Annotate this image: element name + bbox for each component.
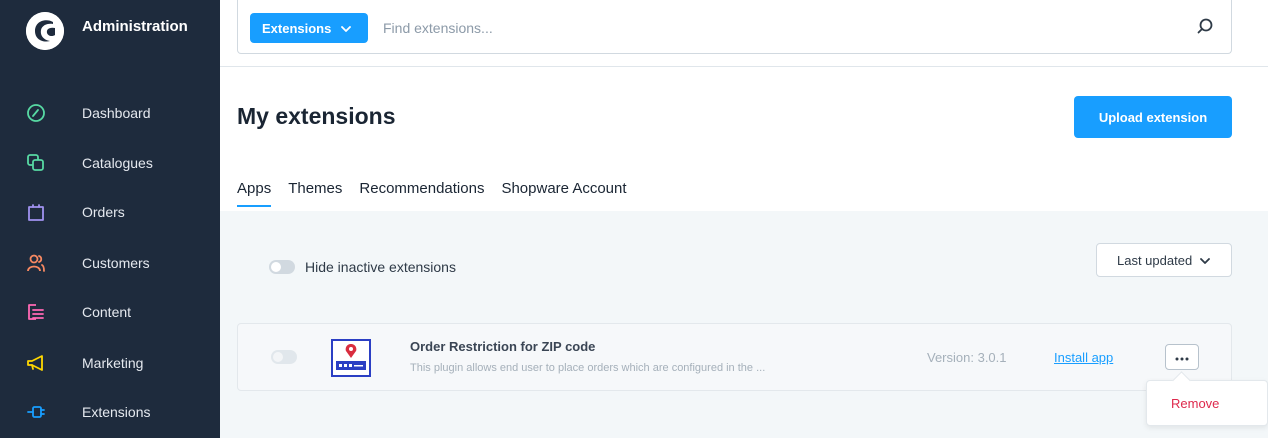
search-icon[interactable] [1195, 16, 1217, 38]
extension-version: Version: 3.0.1 [927, 350, 1007, 365]
sort-select-value: Last updated [1117, 252, 1193, 268]
shopping-bag-icon [26, 202, 46, 222]
sidebar-item-extensions[interactable]: Extensions [0, 392, 220, 432]
extension-card: Order Restriction for ZIP code This plug… [237, 323, 1232, 391]
global-search-bar: Extensions [237, 0, 1232, 54]
sidebar-item-catalogues[interactable]: Catalogues [0, 143, 220, 183]
sidebar-item-label: Orders [82, 204, 125, 220]
chevron-down-icon [1200, 253, 1211, 268]
sidebar-item-orders[interactable]: Orders [0, 192, 220, 232]
extension-description: This plugin allows end user to place ord… [410, 362, 766, 374]
more-actions-button[interactable] [1165, 344, 1199, 370]
sidebar-item-label: Customers [82, 255, 150, 271]
extension-tabs: Apps Themes Recommendations Shopware Acc… [237, 180, 644, 207]
upload-extension-button[interactable]: Upload extension [1074, 96, 1232, 138]
sidebar-item-label: Marketing [82, 355, 144, 371]
catalogue-icon [26, 153, 46, 173]
extension-context-menu: Remove [1146, 380, 1268, 426]
sidebar-item-content[interactable]: Content [0, 292, 220, 332]
shopware-logo-icon[interactable] [26, 12, 64, 50]
extension-name: Order Restriction for ZIP code [410, 339, 596, 354]
tab-themes[interactable]: Themes [288, 180, 342, 207]
page-title: My extensions [237, 103, 396, 129]
plug-icon [26, 402, 46, 422]
users-icon [26, 253, 46, 273]
content-icon [26, 302, 46, 322]
sidebar-item-label: Catalogues [82, 155, 153, 171]
sort-select[interactable]: Last updated [1096, 243, 1232, 277]
chevron-down-icon [341, 21, 352, 36]
app-title: Administration [82, 18, 188, 35]
sidebar-item-label: Dashboard [82, 105, 151, 121]
megaphone-icon [26, 353, 46, 373]
tab-shopware-account[interactable]: Shopware Account [501, 180, 626, 207]
more-dots-icon [1175, 348, 1189, 366]
install-app-link[interactable]: Install app [1054, 350, 1113, 365]
sidebar: Administration Dashboard Catalogues Orde… [0, 0, 220, 438]
remove-menu-item[interactable]: Remove [1171, 396, 1219, 411]
dashboard-gauge-icon [26, 103, 46, 123]
header-divider [220, 66, 1268, 67]
sidebar-item-label: Content [82, 304, 132, 320]
tab-apps[interactable]: Apps [237, 180, 272, 207]
search-type-dropdown[interactable]: Extensions [250, 13, 368, 43]
hide-inactive-label: Hide inactive extensions [305, 259, 456, 275]
extension-active-toggle[interactable] [271, 350, 297, 364]
plugin-thumbnail-icon [331, 339, 371, 377]
search-input[interactable] [383, 14, 1163, 42]
sidebar-item-marketing[interactable]: Marketing [0, 343, 220, 383]
search-type-label: Extensions [262, 20, 332, 36]
sidebar-item-customers[interactable]: Customers [0, 243, 220, 283]
hide-inactive-toggle[interactable] [269, 260, 295, 274]
sidebar-item-dashboard[interactable]: Dashboard [0, 93, 220, 133]
tab-recommendations[interactable]: Recommendations [359, 180, 484, 207]
sidebar-item-label: Extensions [82, 404, 151, 420]
